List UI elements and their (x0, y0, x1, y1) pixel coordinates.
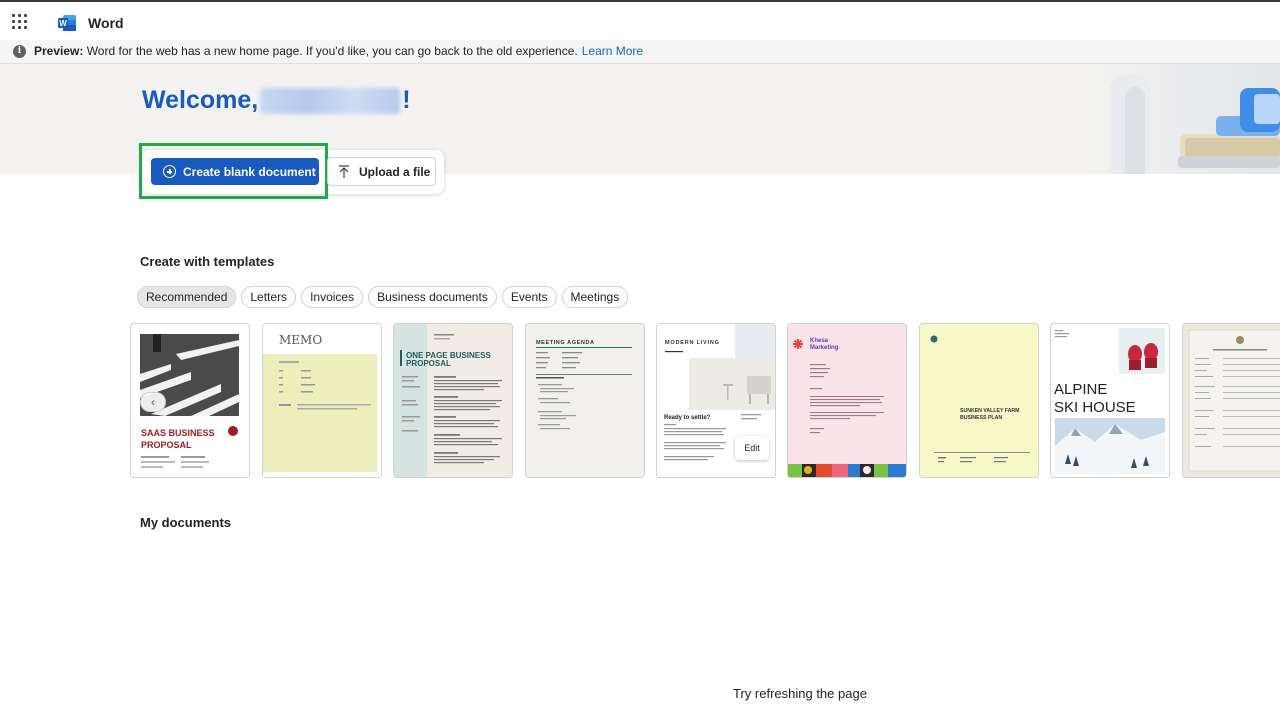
template-edit-button[interactable]: Edit (735, 436, 769, 460)
template-title-line2: SKI HOUSE (1054, 399, 1136, 416)
templates-heading: Create with templates (140, 254, 275, 269)
template-title-line1: Khesa (810, 338, 829, 344)
template-card-meeting-agenda[interactable]: MEETING AGENDA (525, 323, 645, 478)
filter-chip-events[interactable]: Events (501, 286, 557, 308)
svg-text:W: W (59, 19, 67, 28)
hero-illustration (1090, 64, 1280, 174)
template-title-line2: Marketing (810, 345, 839, 351)
app-title[interactable]: Word (88, 15, 124, 31)
welcome-suffix: ! (402, 86, 411, 114)
template-card-modern-living[interactable]: MODERN LIVING Ready to settle? Edit (656, 323, 776, 478)
template-title-line1: ALPINE (1054, 381, 1107, 398)
filter-chip-invoices[interactable]: Invoices (301, 286, 364, 308)
template-title-line1: SAAS BUSINESS (141, 428, 215, 438)
template-card-sunken-valley-farm[interactable]: SUNKEN VALLEY FARM BUSINESS PLAN (919, 323, 1039, 478)
filter-chip-recommended[interactable]: Recommended (137, 286, 237, 308)
template-title-line1: SUNKEN VALLEY FARM (960, 408, 1019, 414)
user-name-redacted (260, 87, 401, 114)
template-title: MEETING AGENDA (536, 340, 595, 346)
empty-state-message: Try refreshing the page (733, 686, 867, 701)
template-thumbnail: SUNKEN VALLEY FARM BUSINESS PLAN (920, 324, 1038, 477)
template-thumbnail: MEMO (263, 324, 381, 477)
app-launcher-icon[interactable] (12, 14, 28, 30)
word-logo-icon[interactable]: W (58, 14, 77, 32)
info-icon: i (13, 45, 26, 58)
preview-message: Preview: Word for the web has a new home… (34, 44, 643, 58)
welcome-prefix: Welcome, (142, 86, 259, 114)
template-card-one-page-proposal[interactable]: ONE PAGE BUSINESS PROPOSAL (393, 323, 513, 478)
learn-more-link[interactable]: Learn More (582, 44, 643, 58)
template-card-khesa-marketing[interactable]: Khesa Marketing (787, 323, 907, 478)
welcome-heading: Welcome, ! (142, 86, 411, 115)
preview-banner: i Preview: Word for the web has a new ho… (0, 40, 1280, 64)
template-filter-chips: Recommended Letters Invoices Business do… (137, 286, 629, 308)
create-blank-document-button[interactable]: Create blank document (151, 158, 319, 185)
carousel-previous-button[interactable]: ‹ (140, 392, 166, 412)
template-thumbnail: ONE PAGE BUSINESS PROPOSAL (394, 324, 512, 477)
template-thumbnail: ALPINE SKI HOUSE (1051, 324, 1169, 477)
template-subtitle: Ready to settle? (664, 415, 711, 421)
template-thumbnail (1183, 324, 1280, 477)
template-thumbnail: MEETING AGENDA (526, 324, 644, 477)
template-title: MEMO (279, 333, 322, 347)
template-title-line2: PROPOSAL (141, 440, 192, 450)
filter-chip-meetings[interactable]: Meetings (561, 286, 629, 308)
filter-chip-business-documents[interactable]: Business documents (368, 286, 497, 308)
my-documents-heading: My documents (140, 515, 232, 530)
upload-file-button[interactable]: Upload a file (327, 157, 436, 186)
preview-label: Preview: (34, 44, 84, 58)
create-blank-label: Create blank document (183, 164, 316, 179)
template-card-alpine-ski-house[interactable]: ALPINE SKI HOUSE (1050, 323, 1170, 478)
upload-icon (339, 164, 349, 178)
preview-text: Word for the web has a new home page. If… (83, 44, 578, 58)
template-title: MODERN LIVING (665, 340, 720, 346)
template-thumbnail: Khesa Marketing (788, 324, 906, 477)
template-title-line2: BUSINESS PLAN (960, 415, 1002, 421)
template-card-memo[interactable]: MEMO (262, 323, 382, 478)
template-card-form[interactable] (1182, 323, 1280, 478)
filter-chip-letters[interactable]: Letters (241, 286, 297, 308)
template-title-line2: PROPOSAL (406, 359, 451, 368)
add-circle-icon (163, 165, 176, 178)
top-bar: W Word (0, 0, 1280, 44)
upload-file-label: Upload a file (359, 164, 431, 179)
